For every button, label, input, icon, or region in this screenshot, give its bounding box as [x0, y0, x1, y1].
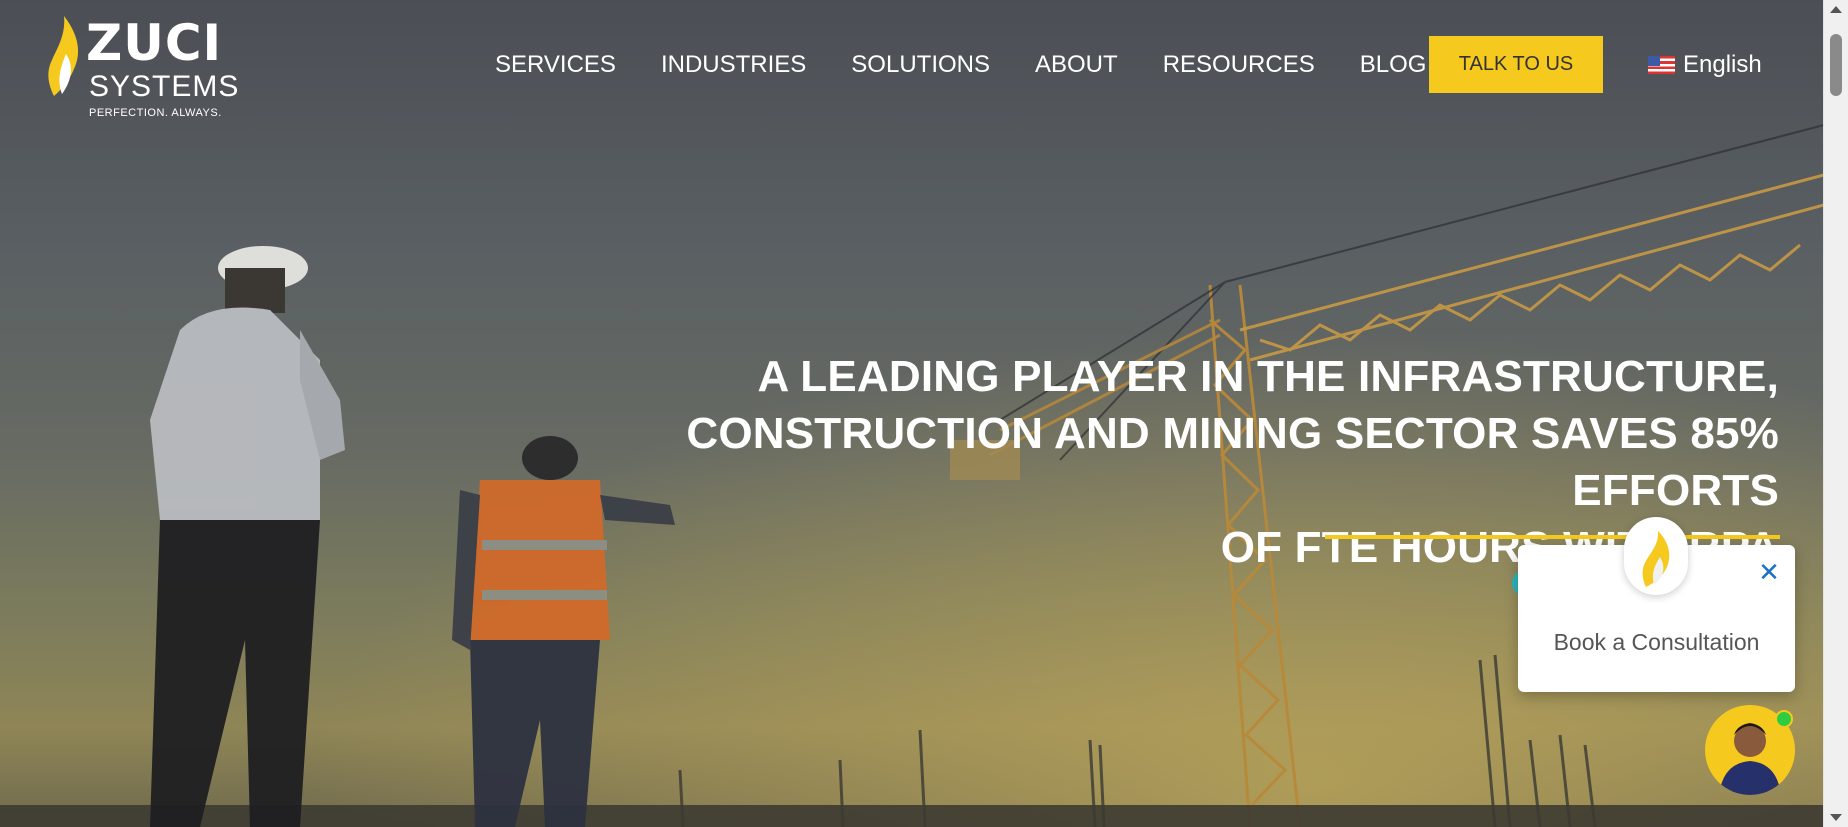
flame-logo-icon	[1642, 531, 1670, 587]
consultation-logo	[1624, 517, 1688, 595]
talk-to-us-button[interactable]: TALK TO US	[1429, 36, 1603, 93]
nav-item-solutions[interactable]: SOLUTIONS	[851, 51, 990, 79]
nav-item-about[interactable]: ABOUT	[1035, 51, 1118, 79]
hero-headline: A LEADING PLAYER IN THE INFRASTRUCTURE, …	[479, 348, 1779, 576]
book-consultation-label: Book a Consultation	[1553, 629, 1760, 655]
language-label: English	[1683, 51, 1762, 78]
logo-subname: SYSTEMS	[89, 70, 240, 103]
nav-item-blog[interactable]: BLOG	[1360, 51, 1427, 79]
close-icon[interactable]: ✕	[1754, 558, 1784, 588]
scroll-thumb[interactable]	[1830, 34, 1842, 96]
nav-item-resources[interactable]: RESOURCES	[1163, 51, 1315, 79]
nav-item-services[interactable]: SERVICES	[495, 51, 616, 79]
us-flag-icon	[1648, 56, 1675, 74]
main-nav: SERVICES INDUSTRIES SOLUTIONS ABOUT RESO…	[495, 44, 1471, 86]
scroll-up-arrow-icon[interactable]	[1830, 6, 1842, 13]
nav-item-industries[interactable]: INDUSTRIES	[661, 51, 806, 79]
zuci-logo[interactable]: ZUCI SYSTEMS PERFECTION. ALWAYS.	[44, 14, 244, 124]
page-scrollbar[interactable]	[1823, 0, 1848, 827]
scroll-down-arrow-icon[interactable]	[1830, 814, 1842, 821]
hero-headline-line-1: A LEADING PLAYER IN THE INFRASTRUCTURE,	[757, 352, 1779, 401]
flame-logo-icon	[48, 16, 79, 96]
language-selector[interactable]: English	[1648, 50, 1762, 80]
logo-name: ZUCI	[86, 14, 223, 72]
logo-tagline: PERFECTION. ALWAYS.	[89, 107, 222, 119]
page: ZUCI SYSTEMS PERFECTION. ALWAYS. SERVICE…	[0, 0, 1848, 827]
hero-headline-line-2: CONSTRUCTION AND MINING SECTOR SAVES 85%…	[686, 409, 1779, 515]
online-status-indicator	[1775, 710, 1793, 728]
headline-underline	[1325, 535, 1780, 539]
